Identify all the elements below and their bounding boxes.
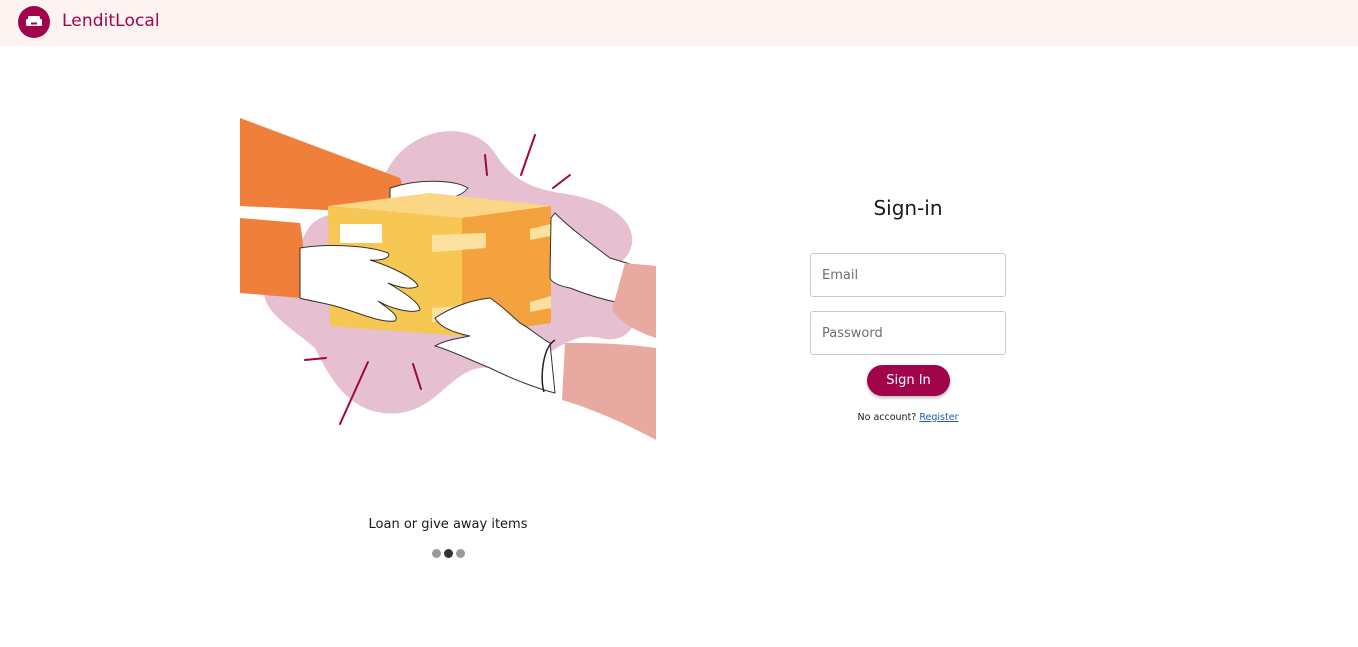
carousel-caption: Loan or give away items [368,517,528,532]
brand-logo[interactable] [18,6,50,38]
email-field[interactable] [810,253,1006,297]
orange-sleeve-bottom [240,218,304,298]
carousel-dot-2[interactable] [444,549,453,558]
register-link[interactable]: Register [919,412,958,423]
password-field[interactable] [810,311,1006,355]
hands-box-illustration [240,118,656,440]
pink-sleeve-lower [562,343,656,440]
carousel-dot-1[interactable] [432,549,441,558]
carousel-dots [430,549,470,559]
no-account-text: No account? [857,412,917,423]
signin-title: Sign-in [873,196,943,220]
sofa-icon [26,16,42,26]
register-prompt: No account? Register [808,412,1008,423]
carousel-dot-3[interactable] [456,549,465,558]
signin-button[interactable]: Sign In [867,365,950,396]
orange-sleeve-top [240,118,402,213]
brand-name[interactable]: LenditLocal [62,11,160,31]
app-header: LenditLocal [0,0,1358,46]
